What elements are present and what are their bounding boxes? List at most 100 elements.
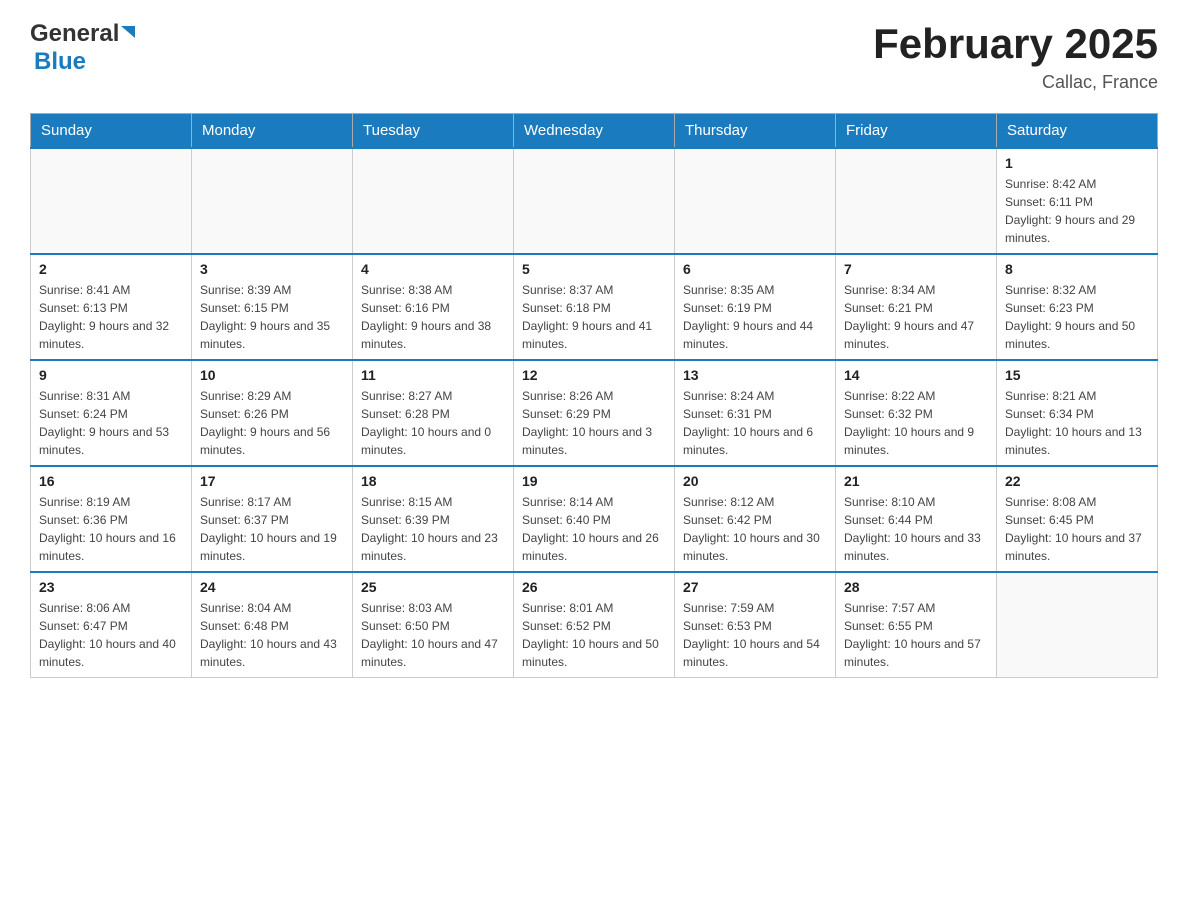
calendar-cell: 8Sunrise: 8:32 AM Sunset: 6:23 PM Daylig… bbox=[997, 254, 1158, 360]
calendar-cell: 7 Sunrise: 8:34 AM Sunset: 6:21 PM Daylig… bbox=[836, 254, 997, 360]
calendar-cell: 28 Sunrise: 7:57 AM Sunset: 6:55 PM Dayli… bbox=[836, 572, 997, 678]
day-number: 7 bbox=[844, 261, 988, 277]
day-number: 18 bbox=[361, 473, 505, 489]
day-number: 6 bbox=[683, 261, 827, 277]
day-number: 2 bbox=[39, 261, 183, 277]
day-number: 3 bbox=[200, 261, 344, 277]
calendar-cell: 21Sunrise: 8:10 AM Sunset: 6:44 PM Dayli… bbox=[836, 466, 997, 572]
calendar-cell: 4 Sunrise: 8:38 AM Sunset: 6:16 PM Daylig… bbox=[353, 254, 514, 360]
day-number: 11 bbox=[361, 367, 505, 383]
day-info: Sunrise: 8:19 AM Sunset: 6:36 PM Dayligh… bbox=[39, 493, 183, 565]
weekday-header-friday: Friday bbox=[836, 114, 997, 149]
weekday-header-row: SundayMondayTuesdayWednesdayThursdayFrid… bbox=[31, 114, 1158, 149]
calendar-cell bbox=[997, 572, 1158, 678]
calendar-cell: 24 Sunrise: 8:04 AM Sunset: 6:48 PM Dayli… bbox=[192, 572, 353, 678]
day-number: 17 bbox=[200, 473, 344, 489]
calendar-cell: 13 Sunrise: 8:24 AM Sunset: 6:31 PM Dayli… bbox=[675, 360, 836, 466]
day-info: Sunrise: 8:39 AM Sunset: 6:15 PM Dayligh… bbox=[200, 281, 344, 353]
calendar-week-3: 9Sunrise: 8:31 AM Sunset: 6:24 PM Daylig… bbox=[31, 360, 1158, 466]
day-info: Sunrise: 8:29 AM Sunset: 6:26 PM Dayligh… bbox=[200, 387, 344, 459]
day-number: 10 bbox=[200, 367, 344, 383]
calendar-cell: 20 Sunrise: 8:12 AM Sunset: 6:42 PM Dayli… bbox=[675, 466, 836, 572]
weekday-header-thursday: Thursday bbox=[675, 114, 836, 149]
day-number: 15 bbox=[1005, 367, 1149, 383]
day-info: Sunrise: 8:31 AM Sunset: 6:24 PM Dayligh… bbox=[39, 387, 183, 459]
day-number: 13 bbox=[683, 367, 827, 383]
day-info: Sunrise: 8:08 AM Sunset: 6:45 PM Dayligh… bbox=[1005, 493, 1149, 565]
logo: General Blue bbox=[30, 20, 135, 76]
calendar-cell: 15 Sunrise: 8:21 AM Sunset: 6:34 PM Dayli… bbox=[997, 360, 1158, 466]
weekday-header-sunday: Sunday bbox=[31, 114, 192, 149]
day-number: 23 bbox=[39, 579, 183, 595]
calendar-cell: 25Sunrise: 8:03 AM Sunset: 6:50 PM Dayli… bbox=[353, 572, 514, 678]
day-number: 4 bbox=[361, 261, 505, 277]
calendar-cell bbox=[353, 148, 514, 254]
day-info: Sunrise: 8:41 AM Sunset: 6:13 PM Dayligh… bbox=[39, 281, 183, 353]
day-info: Sunrise: 8:22 AM Sunset: 6:32 PM Dayligh… bbox=[844, 387, 988, 459]
day-info: Sunrise: 8:34 AM Sunset: 6:21 PM Dayligh… bbox=[844, 281, 988, 353]
day-number: 21 bbox=[844, 473, 988, 489]
day-number: 12 bbox=[522, 367, 666, 383]
day-info: Sunrise: 8:04 AM Sunset: 6:48 PM Dayligh… bbox=[200, 599, 344, 671]
day-number: 19 bbox=[522, 473, 666, 489]
calendar-week-2: 2 Sunrise: 8:41 AM Sunset: 6:13 PM Daylig… bbox=[31, 254, 1158, 360]
day-info: Sunrise: 8:37 AM Sunset: 6:18 PM Dayligh… bbox=[522, 281, 666, 353]
day-info: Sunrise: 8:21 AM Sunset: 6:34 PM Dayligh… bbox=[1005, 387, 1149, 459]
location-label: Callac, France bbox=[873, 72, 1158, 93]
day-info: Sunrise: 8:03 AM Sunset: 6:50 PM Dayligh… bbox=[361, 599, 505, 671]
day-number: 24 bbox=[200, 579, 344, 595]
calendar-cell: 6 Sunrise: 8:35 AM Sunset: 6:19 PM Daylig… bbox=[675, 254, 836, 360]
calendar-table: SundayMondayTuesdayWednesdayThursdayFrid… bbox=[30, 113, 1158, 678]
day-info: Sunrise: 8:38 AM Sunset: 6:16 PM Dayligh… bbox=[361, 281, 505, 353]
weekday-header-monday: Monday bbox=[192, 114, 353, 149]
calendar-cell bbox=[31, 148, 192, 254]
title-section: February 2025 Callac, France bbox=[873, 20, 1158, 93]
calendar-cell: 17 Sunrise: 8:17 AM Sunset: 6:37 PM Dayli… bbox=[192, 466, 353, 572]
weekday-header-saturday: Saturday bbox=[997, 114, 1158, 149]
logo-arrow bbox=[121, 26, 135, 38]
logo-text-blue: Blue bbox=[34, 48, 86, 76]
calendar-week-1: 1Sunrise: 8:42 AM Sunset: 6:11 PM Daylig… bbox=[31, 148, 1158, 254]
day-number: 22 bbox=[1005, 473, 1149, 489]
calendar-cell: 16 Sunrise: 8:19 AM Sunset: 6:36 PM Dayli… bbox=[31, 466, 192, 572]
day-info: Sunrise: 7:59 AM Sunset: 6:53 PM Dayligh… bbox=[683, 599, 827, 671]
day-number: 1 bbox=[1005, 155, 1149, 171]
calendar-cell: 12 Sunrise: 8:26 AM Sunset: 6:29 PM Dayli… bbox=[514, 360, 675, 466]
day-info: Sunrise: 7:57 AM Sunset: 6:55 PM Dayligh… bbox=[844, 599, 988, 671]
calendar-cell: 3 Sunrise: 8:39 AM Sunset: 6:15 PM Daylig… bbox=[192, 254, 353, 360]
day-number: 26 bbox=[522, 579, 666, 595]
day-info: Sunrise: 8:06 AM Sunset: 6:47 PM Dayligh… bbox=[39, 599, 183, 671]
day-number: 14 bbox=[844, 367, 988, 383]
calendar-cell: 2 Sunrise: 8:41 AM Sunset: 6:13 PM Daylig… bbox=[31, 254, 192, 360]
day-info: Sunrise: 8:12 AM Sunset: 6:42 PM Dayligh… bbox=[683, 493, 827, 565]
day-number: 28 bbox=[844, 579, 988, 595]
calendar-cell: 9Sunrise: 8:31 AM Sunset: 6:24 PM Daylig… bbox=[31, 360, 192, 466]
page-header: General Blue February 2025 Callac, Franc… bbox=[30, 20, 1158, 93]
day-info: Sunrise: 8:32 AM Sunset: 6:23 PM Dayligh… bbox=[1005, 281, 1149, 353]
calendar-cell: 1Sunrise: 8:42 AM Sunset: 6:11 PM Daylig… bbox=[997, 148, 1158, 254]
calendar-cell: 19 Sunrise: 8:14 AM Sunset: 6:40 PM Dayli… bbox=[514, 466, 675, 572]
day-info: Sunrise: 8:35 AM Sunset: 6:19 PM Dayligh… bbox=[683, 281, 827, 353]
calendar-cell: 22 Sunrise: 8:08 AM Sunset: 6:45 PM Dayli… bbox=[997, 466, 1158, 572]
day-info: Sunrise: 8:17 AM Sunset: 6:37 PM Dayligh… bbox=[200, 493, 344, 565]
calendar-cell: 5Sunrise: 8:37 AM Sunset: 6:18 PM Daylig… bbox=[514, 254, 675, 360]
day-info: Sunrise: 8:01 AM Sunset: 6:52 PM Dayligh… bbox=[522, 599, 666, 671]
day-info: Sunrise: 8:14 AM Sunset: 6:40 PM Dayligh… bbox=[522, 493, 666, 565]
day-number: 20 bbox=[683, 473, 827, 489]
calendar-cell: 10 Sunrise: 8:29 AM Sunset: 6:26 PM Dayli… bbox=[192, 360, 353, 466]
calendar-cell bbox=[514, 148, 675, 254]
day-info: Sunrise: 8:15 AM Sunset: 6:39 PM Dayligh… bbox=[361, 493, 505, 565]
calendar-week-5: 23 Sunrise: 8:06 AM Sunset: 6:47 PM Dayli… bbox=[31, 572, 1158, 678]
day-number: 27 bbox=[683, 579, 827, 595]
calendar-cell: 27 Sunrise: 7:59 AM Sunset: 6:53 PM Dayli… bbox=[675, 572, 836, 678]
day-info: Sunrise: 8:26 AM Sunset: 6:29 PM Dayligh… bbox=[522, 387, 666, 459]
logo-text-black: General bbox=[30, 20, 119, 48]
day-number: 16 bbox=[39, 473, 183, 489]
weekday-header-wednesday: Wednesday bbox=[514, 114, 675, 149]
day-info: Sunrise: 8:24 AM Sunset: 6:31 PM Dayligh… bbox=[683, 387, 827, 459]
calendar-cell bbox=[192, 148, 353, 254]
weekday-header-tuesday: Tuesday bbox=[353, 114, 514, 149]
calendar-week-4: 16 Sunrise: 8:19 AM Sunset: 6:36 PM Dayli… bbox=[31, 466, 1158, 572]
day-info: Sunrise: 8:27 AM Sunset: 6:28 PM Dayligh… bbox=[361, 387, 505, 459]
calendar-cell bbox=[836, 148, 997, 254]
